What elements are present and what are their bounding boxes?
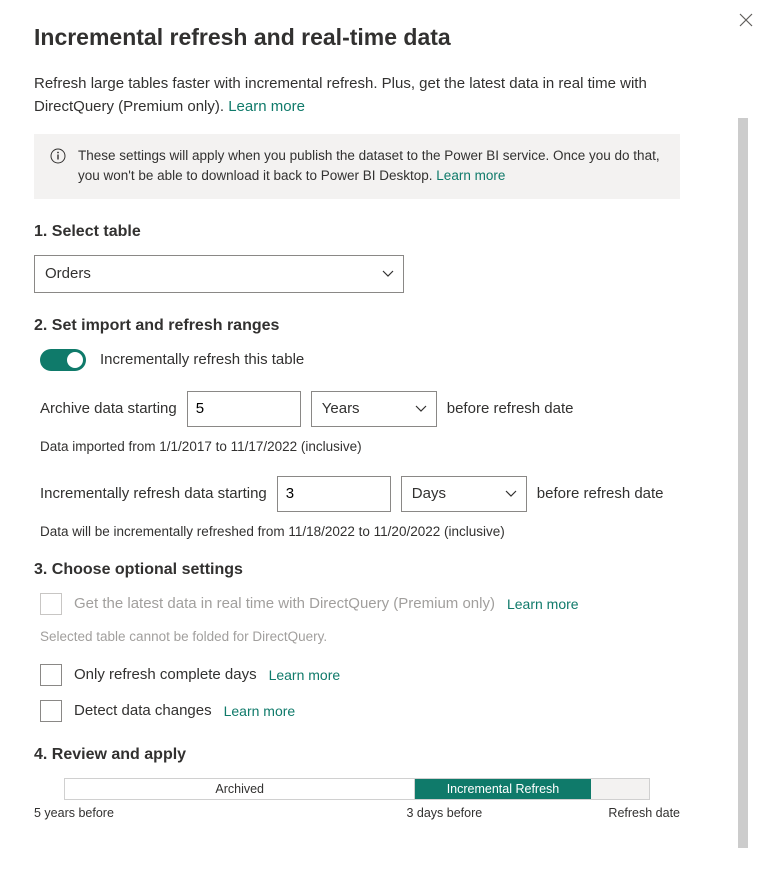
toggle-label: Incrementally refresh this table — [100, 351, 304, 368]
toggle-knob — [67, 352, 83, 368]
close-button[interactable] — [736, 10, 756, 30]
directquery-disabled-hint: Selected table cannot be folded for Dire… — [34, 629, 730, 644]
complete-days-learn-more-link[interactable]: Learn more — [269, 667, 341, 683]
directquery-label: Get the latest data in real time with Di… — [74, 595, 495, 612]
detect-changes-label: Detect data changes — [74, 702, 212, 719]
archive-unit-select[interactable]: Years — [311, 391, 437, 427]
info-text: These settings will apply when you publi… — [78, 146, 664, 187]
timeline-incremental-segment: Incremental Refresh — [415, 779, 590, 799]
timeline-archived-segment: Archived — [65, 779, 415, 799]
section-3-heading: 3. Choose optional settings — [34, 561, 730, 579]
learn-more-link-main[interactable]: Learn more — [228, 98, 305, 115]
incremental-refresh-toggle[interactable] — [40, 349, 86, 371]
timeline-future-segment — [591, 779, 649, 799]
refresh-label-post: before refresh date — [537, 485, 664, 502]
incremental-refresh-dialog: Incremental refresh and real-time data R… — [0, 0, 770, 877]
directquery-learn-more-link[interactable]: Learn more — [507, 596, 579, 612]
timeline-labels: 5 years before 3 days before Refresh dat… — [34, 806, 680, 822]
timeline-label-mid: 3 days before — [406, 806, 482, 820]
refresh-unit-select[interactable]: Days — [401, 476, 527, 512]
archive-hint: Data imported from 1/1/2017 to 11/17/202… — [34, 439, 730, 454]
detect-changes-learn-more-link[interactable]: Learn more — [224, 703, 296, 719]
complete-days-label: Only refresh complete days — [74, 666, 257, 683]
table-select-value: Orders — [34, 255, 404, 293]
close-icon — [739, 13, 753, 27]
refresh-unit-value: Days — [412, 485, 446, 502]
refresh-label-pre: Incrementally refresh data starting — [40, 485, 267, 502]
info-text-body: These settings will apply when you publi… — [78, 148, 660, 183]
table-select[interactable]: Orders — [34, 255, 404, 293]
archive-label-post: before refresh date — [447, 400, 574, 417]
refresh-value-input[interactable] — [277, 476, 391, 512]
archive-unit-value: Years — [322, 400, 360, 417]
refresh-hint: Data will be incrementally refreshed fro… — [34, 524, 730, 539]
archive-label-pre: Archive data starting — [40, 400, 177, 417]
timeline: Archived Incremental Refresh 5 years bef… — [34, 778, 680, 822]
dialog-title: Incremental refresh and real-time data — [34, 24, 770, 51]
detect-changes-checkbox[interactable] — [40, 700, 62, 722]
complete-days-checkbox[interactable] — [40, 664, 62, 686]
scrollbar[interactable] — [738, 118, 748, 848]
directquery-checkbox — [40, 593, 62, 615]
section-4-heading: 4. Review and apply — [34, 746, 730, 764]
dialog-subtitle: Refresh large tables faster with increme… — [34, 73, 730, 118]
section-1-heading: 1. Select table — [34, 223, 730, 241]
section-2-heading: 2. Set import and refresh ranges — [34, 317, 730, 335]
subtitle-text: Refresh large tables faster with increme… — [34, 75, 647, 115]
timeline-bar: Archived Incremental Refresh — [64, 778, 650, 800]
info-learn-more-link[interactable]: Learn more — [436, 168, 505, 183]
info-banner: These settings will apply when you publi… — [34, 134, 680, 199]
timeline-label-right: Refresh date — [608, 806, 680, 820]
timeline-label-left: 5 years before — [34, 806, 114, 820]
info-icon — [50, 148, 66, 164]
archive-value-input[interactable] — [187, 391, 301, 427]
